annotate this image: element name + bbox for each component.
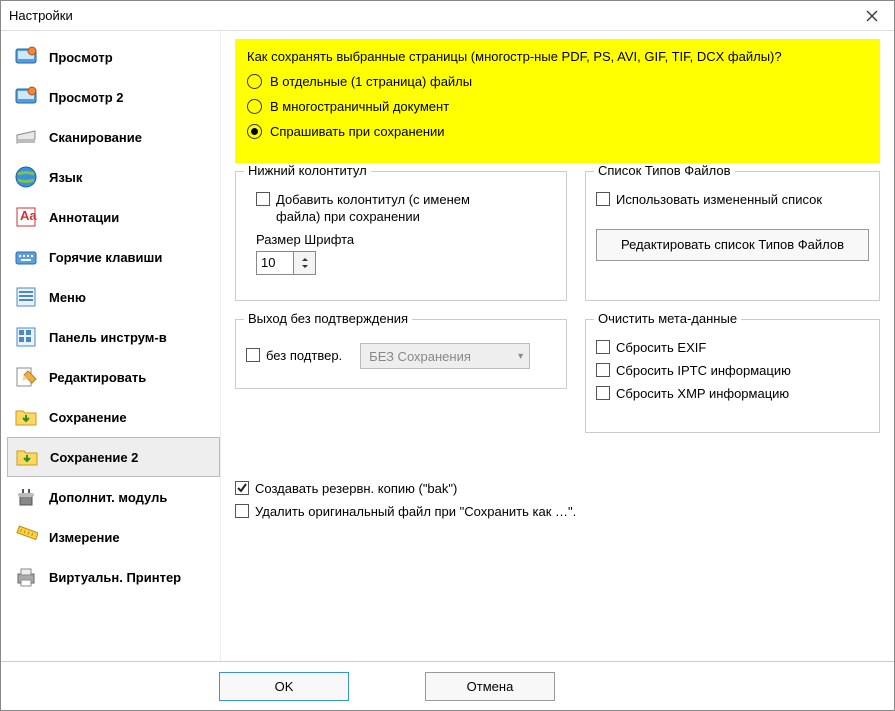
radio-icon [247, 99, 262, 114]
globe-icon [13, 164, 39, 190]
font-size-label: Размер Шрифта [256, 232, 556, 247]
window-title: Настройки [9, 8, 849, 23]
sidebar-item-label: Сохранение 2 [50, 450, 138, 465]
meta-group: Очистить мета-данные Сбросить EXIF Сброс… [585, 319, 880, 433]
updown-icon [300, 256, 310, 270]
group-title: Очистить мета-данные [594, 311, 741, 326]
group-title: Нижний колонтитул [244, 163, 371, 178]
radio-icon [247, 124, 262, 139]
reset-xmp-checkbox[interactable] [596, 386, 610, 400]
radio-ask-on-save[interactable]: Спрашивать при сохранении [247, 124, 868, 139]
font-size-spinner[interactable] [256, 251, 316, 275]
button-label: Редактировать список Типов Файлов [621, 237, 844, 252]
spinner-buttons[interactable] [293, 252, 315, 274]
radio-label: Спрашивать при сохранении [270, 124, 445, 139]
close-button[interactable] [849, 1, 894, 31]
sidebar-item-view[interactable]: Просмотр [7, 37, 220, 77]
delete-original-checkbox[interactable] [235, 504, 249, 518]
no-confirm-label: без подтвер. [266, 348, 342, 365]
sidebar-item-save2[interactable]: Сохранение 2 [7, 437, 220, 477]
reset-exif-checkbox[interactable] [596, 340, 610, 354]
scanner-icon [13, 124, 39, 150]
radio-multipage-doc[interactable]: В многостраничный документ [247, 99, 868, 114]
radio-separate-files[interactable]: В отдельные (1 страница) файлы [247, 74, 868, 89]
exit-group: Выход без подтверждения без подтвер. БЕЗ… [235, 319, 567, 389]
sidebar-item-label: Сканирование [49, 130, 142, 145]
sidebar: Просмотр Просмотр 2 Сканирование Язык Aa… [1, 31, 221, 661]
folder-save-icon [13, 404, 39, 430]
sidebar-item-vprinter[interactable]: Виртуальн. Принтер [7, 557, 220, 597]
radio-icon [247, 74, 262, 89]
sidebar-item-menu[interactable]: Меню [7, 277, 220, 317]
dialog-footer: OK Отмена [1, 661, 894, 711]
sidebar-item-label: Измерение [49, 530, 120, 545]
use-modified-list-checkbox[interactable] [596, 192, 610, 206]
sidebar-item-label: Дополнит. модуль [49, 490, 167, 505]
cancel-button[interactable]: Отмена [425, 672, 555, 701]
sidebar-item-scan[interactable]: Сканирование [7, 117, 220, 157]
ruler-icon [13, 524, 39, 550]
reset-iptc-checkbox[interactable] [596, 363, 610, 377]
menu-icon [13, 284, 39, 310]
svg-text:Aa: Aa [20, 208, 37, 223]
sidebar-item-save[interactable]: Сохранение [7, 397, 220, 437]
exit-action-combo[interactable]: БЕЗ Сохранения ▾ [360, 343, 530, 369]
chevron-down-icon: ▾ [518, 351, 523, 362]
button-label: OK [275, 679, 294, 694]
group-title: Выход без подтверждения [244, 311, 412, 326]
sidebar-item-hotkeys[interactable]: Горячие клавиши [7, 237, 220, 277]
add-footer-checkbox[interactable] [256, 192, 270, 206]
keyboard-icon [13, 244, 39, 270]
plugin-icon [13, 484, 39, 510]
sidebar-item-toolbar[interactable]: Панель инструм-в [7, 317, 220, 357]
filetypes-group: Список Типов Файлов Использовать изменен… [585, 171, 880, 301]
sidebar-item-label: Аннотации [49, 210, 119, 225]
sidebar-item-plugin[interactable]: Дополнит. модуль [7, 477, 220, 517]
sidebar-item-measure[interactable]: Измерение [7, 517, 220, 557]
group-title: Список Типов Файлов [594, 163, 735, 178]
grid-icon [13, 324, 39, 350]
create-backup-checkbox[interactable] [235, 481, 249, 495]
sidebar-item-view2[interactable]: Просмотр 2 [7, 77, 220, 117]
radio-label: В многостраничный документ [270, 99, 449, 114]
sidebar-item-label: Меню [49, 290, 86, 305]
font-size-input[interactable] [257, 252, 293, 274]
annotation-icon: Aa [13, 204, 39, 230]
folder-save-icon [14, 444, 40, 470]
printer-icon [13, 564, 39, 590]
sidebar-item-label: Редактировать [49, 370, 146, 385]
sidebar-item-label: Сохранение [49, 410, 127, 425]
add-footer-label: Добавить колонтитул (с именем файла) при… [276, 192, 516, 226]
close-icon [866, 10, 878, 22]
create-backup-label: Создавать резервн. копию ("bak") [255, 481, 457, 498]
monitor-icon [13, 44, 39, 70]
ok-button[interactable]: OK [219, 672, 349, 701]
sidebar-item-edit[interactable]: Редактировать [7, 357, 220, 397]
reset-iptc-label: Сбросить IPTC информацию [616, 363, 791, 380]
sidebar-item-label: Язык [49, 170, 82, 185]
edit-filetypes-button[interactable]: Редактировать список Типов Файлов [596, 229, 869, 261]
button-label: Отмена [467, 679, 514, 694]
sidebar-item-label: Панель инструм-в [49, 330, 167, 345]
sidebar-item-language[interactable]: Язык [7, 157, 220, 197]
sidebar-item-label: Просмотр [49, 50, 113, 65]
reset-xmp-label: Сбросить XMP информацию [616, 386, 789, 403]
titlebar: Настройки [1, 1, 894, 31]
sidebar-item-annotations[interactable]: Aa Аннотации [7, 197, 220, 237]
multipage-save-group: Как сохранять выбранные страницы (многос… [235, 39, 880, 163]
sidebar-item-label: Виртуальн. Принтер [49, 570, 181, 585]
delete-original-label: Удалить оригинальный файл при "Сохранить… [255, 504, 576, 521]
multipage-question: Как сохранять выбранные страницы (многос… [247, 49, 868, 64]
use-modified-list-label: Использовать измененный список [616, 192, 822, 209]
combo-value: БЕЗ Сохранения [369, 349, 471, 364]
main-panel: Как сохранять выбранные страницы (многос… [221, 31, 894, 661]
sidebar-item-label: Горячие клавиши [49, 250, 162, 265]
monitor-icon [13, 84, 39, 110]
footer-group: Нижний колонтитул Добавить колонтитул (с… [235, 171, 567, 301]
radio-label: В отдельные (1 страница) файлы [270, 74, 472, 89]
edit-icon [13, 364, 39, 390]
sidebar-item-label: Просмотр 2 [49, 90, 124, 105]
reset-exif-label: Сбросить EXIF [616, 340, 706, 357]
no-confirm-checkbox[interactable] [246, 348, 260, 362]
